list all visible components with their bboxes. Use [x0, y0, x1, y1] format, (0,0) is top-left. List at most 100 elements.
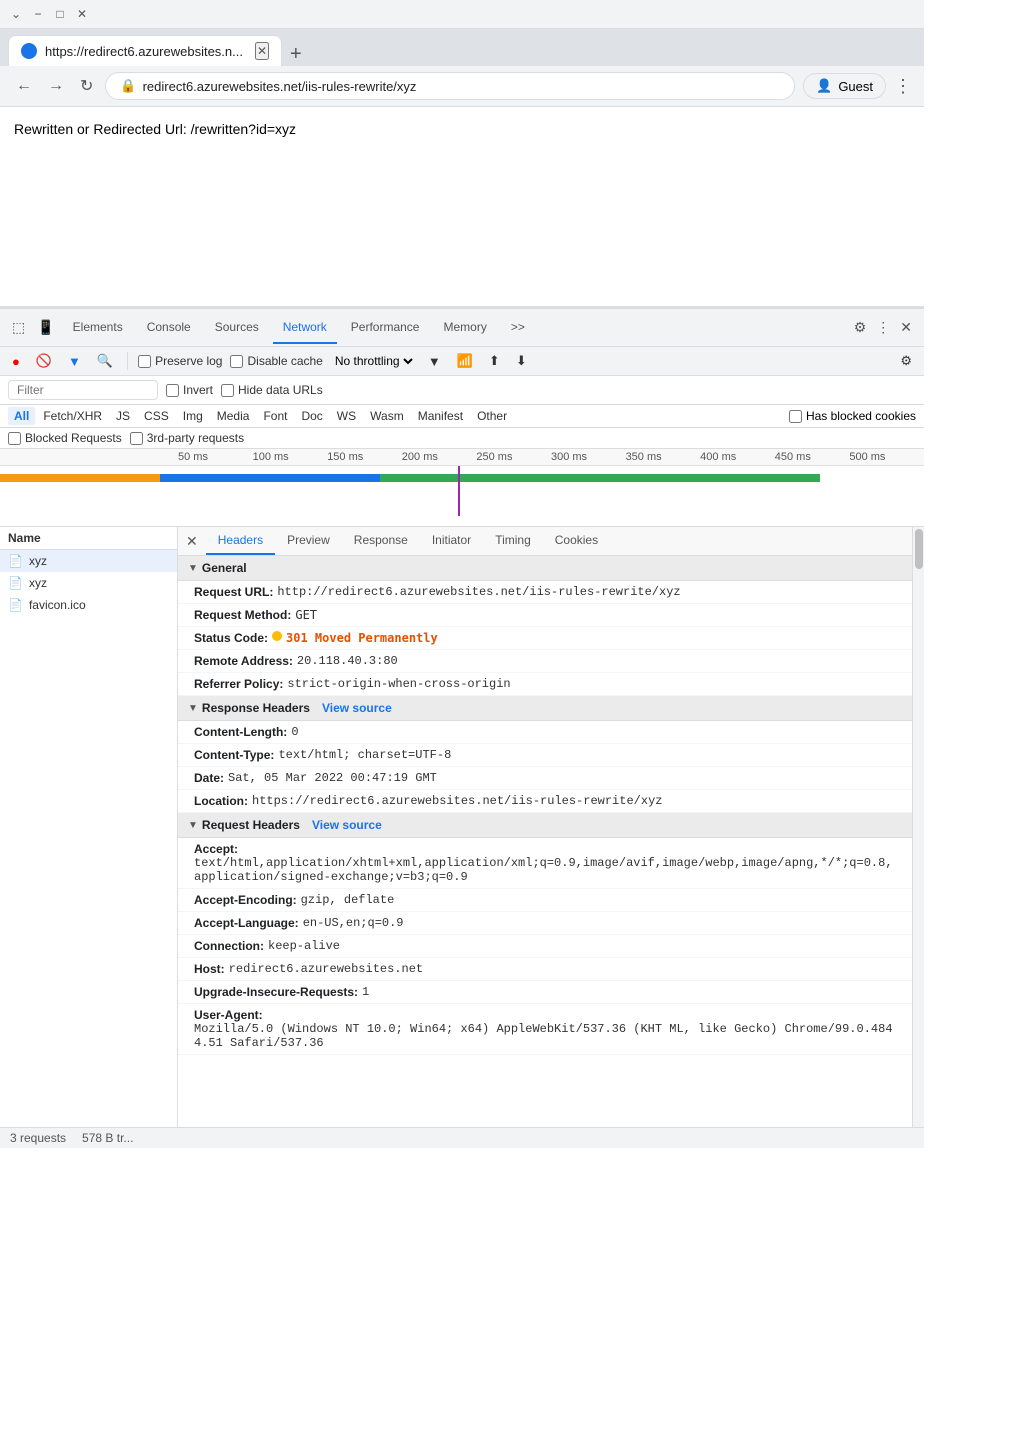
hide-data-urls-label[interactable]: Hide data URLs [221, 383, 323, 397]
type-filter-all[interactable]: All [8, 407, 35, 425]
record-button[interactable]: ● [8, 352, 24, 371]
filter-input[interactable] [8, 380, 158, 400]
search-icon[interactable]: 🔍 [93, 351, 117, 371]
type-filter-img[interactable]: Img [177, 407, 209, 425]
titlebar: ⌄ − □ ✕ [0, 0, 924, 29]
invert-label[interactable]: Invert [166, 383, 213, 397]
blocked-requests-bar: Blocked Requests 3rd-party requests [0, 428, 924, 449]
throttle-arrow-icon[interactable]: ▼ [424, 352, 445, 371]
devtools-more-controls: ⚙ ⋮ ✕ [850, 315, 916, 340]
field-remote-address: Remote Address: 20.118.40.3:80 [178, 650, 912, 673]
page-content: Rewritten or Redirected Url: /rewritten?… [0, 107, 924, 307]
tab-close-button[interactable]: ✕ [255, 42, 269, 60]
type-filter-ws[interactable]: WS [331, 407, 362, 425]
close-button[interactable]: ✕ [74, 6, 90, 22]
tab-headers[interactable]: Headers [206, 527, 275, 555]
list-item[interactable]: 📄 favicon.ico [0, 594, 177, 616]
panel-close-button[interactable]: ✕ [178, 529, 206, 554]
response-view-source-link[interactable]: View source [322, 701, 392, 715]
list-item[interactable]: 📄 xyz [0, 550, 177, 572]
guest-button[interactable]: 👤 Guest [803, 73, 886, 99]
url-text: redirect6.azurewebsites.net/iis-rules-re… [143, 79, 417, 94]
response-headers-section-header: ▼ Response Headers View source [178, 696, 912, 721]
tab-more[interactable]: >> [501, 312, 535, 344]
type-filter-doc[interactable]: Doc [295, 407, 328, 425]
invert-checkbox[interactable] [166, 384, 179, 397]
filter-bar: Invert Hide data URLs [0, 376, 924, 405]
active-tab[interactable]: https://redirect6.azurewebsites.n... ✕ [8, 35, 282, 66]
devtools-settings-icon[interactable]: ⚙ [850, 315, 871, 340]
type-filter-other[interactable]: Other [471, 407, 513, 425]
tab-initiator[interactable]: Initiator [420, 527, 483, 555]
triangle-icon: ▼ [188, 563, 198, 574]
forward-button[interactable]: → [44, 73, 68, 99]
hide-data-urls-checkbox[interactable] [221, 384, 234, 397]
back-button[interactable]: ← [12, 73, 36, 99]
scrollbar[interactable] [912, 527, 924, 1127]
request-headers-section-header: ▼ Request Headers View source [178, 813, 912, 838]
tab-response[interactable]: Response [342, 527, 420, 555]
type-filter-manifest[interactable]: Manifest [412, 407, 469, 425]
browser-menu-button[interactable]: ⋮ [894, 76, 912, 97]
tab-preview[interactable]: Preview [275, 527, 342, 555]
devtools-more-icon[interactable]: ⋮ [872, 315, 894, 340]
blocked-requests-checkbox[interactable] [8, 432, 21, 445]
ruler-200ms: 200 ms [402, 451, 477, 463]
has-blocked-cookies[interactable]: Has blocked cookies [789, 409, 916, 423]
tab-performance[interactable]: Performance [341, 312, 430, 344]
disable-cache-checkbox[interactable] [230, 355, 243, 368]
wifi-icon[interactable]: 📶 [453, 351, 477, 371]
type-filter-font[interactable]: Font [257, 407, 293, 425]
preserve-log-checkbox[interactable] [138, 355, 151, 368]
timeline-bars [0, 466, 924, 526]
request-view-source-link[interactable]: View source [312, 818, 382, 832]
filter-icon[interactable]: ▼ [64, 352, 85, 371]
devtools-status-bar: 3 requests 578 B tr... [0, 1127, 924, 1148]
third-party-requests-checkbox[interactable] [130, 432, 143, 445]
inspect-element-icon[interactable]: ⬚ [8, 315, 29, 340]
type-filter-media[interactable]: Media [211, 407, 256, 425]
type-filter-js[interactable]: JS [110, 407, 136, 425]
tab-cookies[interactable]: Cookies [543, 527, 610, 555]
triangle-icon: ▼ [188, 820, 198, 831]
field-accept-language: Accept-Language: en-US,en;q=0.9 [178, 912, 912, 935]
export-icon[interactable]: ⬇ [512, 351, 531, 371]
disable-cache-label[interactable]: Disable cache [230, 354, 322, 368]
type-filter-css[interactable]: CSS [138, 407, 175, 425]
type-filter-bar: All Fetch/XHR JS CSS Img Media Font Doc … [0, 405, 924, 428]
field-request-url: Request URL: http://redirect6.azurewebsi… [178, 581, 912, 604]
minimize-button[interactable]: − [30, 6, 46, 22]
list-item[interactable]: 📄 xyz [0, 572, 177, 594]
tab-elements[interactable]: Elements [63, 312, 133, 344]
tab-bar: https://redirect6.azurewebsites.n... ✕ + [0, 29, 924, 66]
devtools-tab-bar: ⬚ 📱 Elements Console Sources Network Per… [0, 309, 924, 347]
tab-console[interactable]: Console [137, 312, 201, 344]
devtools-close-icon[interactable]: ✕ [896, 315, 916, 340]
has-blocked-cookies-checkbox[interactable] [789, 410, 802, 423]
ruler-50ms: 50 ms [178, 451, 253, 463]
restore-button[interactable]: □ [52, 6, 68, 22]
blocked-requests-label[interactable]: Blocked Requests [8, 431, 122, 445]
type-filter-fetchxhr[interactable]: Fetch/XHR [37, 407, 108, 425]
preserve-log-label[interactable]: Preserve log [138, 354, 222, 368]
third-party-requests-label[interactable]: 3rd-party requests [130, 431, 244, 445]
tab-timing[interactable]: Timing [483, 527, 543, 555]
clear-button[interactable]: 🚫 [32, 351, 56, 371]
throttle-select[interactable]: No throttling [331, 353, 416, 369]
ruler-350ms: 350 ms [626, 451, 701, 463]
tab-sources[interactable]: Sources [205, 312, 269, 344]
chevron-down-button[interactable]: ⌄ [8, 6, 24, 22]
tab-memory[interactable]: Memory [433, 312, 496, 344]
new-tab-button[interactable]: + [282, 43, 310, 66]
devtools-panel: ⬚ 📱 Elements Console Sources Network Per… [0, 307, 924, 1148]
device-toolbar-icon[interactable]: 📱 [33, 315, 58, 340]
field-accept-encoding: Accept-Encoding: gzip, deflate [178, 889, 912, 912]
import-icon[interactable]: ⬆ [485, 351, 504, 371]
address-input[interactable]: 🔒 redirect6.azurewebsites.net/iis-rules-… [105, 72, 795, 100]
type-filter-wasm[interactable]: Wasm [364, 407, 410, 425]
network-settings-icon[interactable]: ⚙ [896, 351, 916, 371]
triangle-icon: ▼ [188, 703, 198, 714]
doc-icon: 📄 [8, 576, 23, 590]
tab-network[interactable]: Network [273, 312, 337, 344]
reload-button[interactable]: ↻ [76, 72, 97, 100]
